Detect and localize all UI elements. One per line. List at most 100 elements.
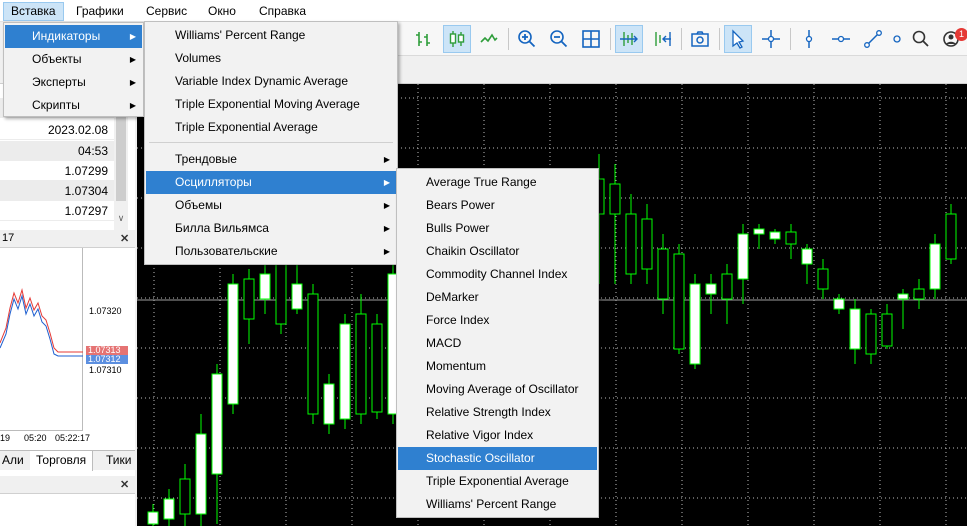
tick-chart bbox=[0, 248, 83, 431]
submenu-arrow-icon: ▶ bbox=[129, 55, 136, 64]
zoom-in-icon[interactable] bbox=[513, 25, 541, 53]
tab-details[interactable]: Али bbox=[0, 451, 31, 471]
menu-item-label: Force Index bbox=[426, 313, 490, 327]
oscillator-item[interactable]: Chaikin Oscillator bbox=[398, 240, 597, 263]
menu-item-label: Variable Index Dynamic Average bbox=[175, 74, 348, 88]
menu-item-indicators[interactable]: Индикаторы ▶ bbox=[5, 25, 142, 48]
menu-item-custom[interactable]: Пользовательские ▶ bbox=[146, 240, 396, 263]
menu-item-scripts[interactable]: Скрипты ▶ bbox=[5, 94, 142, 117]
oscillator-item[interactable]: Momentum bbox=[398, 355, 597, 378]
menu-item-label: Triple Exponential Moving Average bbox=[175, 97, 360, 111]
chart-shift-icon[interactable] bbox=[648, 25, 676, 53]
menu-divider bbox=[149, 142, 393, 143]
horizontal-line-icon[interactable] bbox=[827, 25, 855, 53]
menu-item-bill-williams[interactable]: Билла Вильямса ▶ bbox=[146, 217, 396, 240]
menu-item-recent[interactable]: Volumes bbox=[146, 47, 396, 70]
tab-ticks[interactable]: Тики bbox=[100, 451, 139, 471]
market-watch-row: 04:53 bbox=[0, 141, 114, 161]
menu-insert[interactable]: Вставка bbox=[3, 2, 64, 21]
menu-item-label: Momentum bbox=[426, 359, 487, 373]
menu-item-label: Relative Strength Index bbox=[426, 405, 551, 419]
menu-item-label: Эксперты bbox=[32, 75, 86, 89]
menu-item-label: Индикаторы bbox=[32, 29, 101, 43]
tick-chart-title: 17 bbox=[2, 232, 15, 244]
menu-item-label: Скрипты bbox=[32, 98, 80, 112]
submenu-arrow-icon: ▶ bbox=[383, 155, 390, 164]
time-label: 05:22:17 bbox=[55, 433, 91, 443]
menu-item-label: Volumes bbox=[175, 51, 222, 65]
menu-item-label: Stochastic Oscillator bbox=[426, 451, 535, 465]
oscillator-item[interactable]: Average True Range bbox=[398, 171, 597, 194]
menu-item-recent[interactable]: Williams' Percent Range bbox=[146, 24, 396, 47]
oscillator-item[interactable]: Williams' Percent Range bbox=[398, 493, 597, 516]
scroll-down-icon[interactable]: ∨ bbox=[114, 213, 128, 224]
small-circle-icon[interactable] bbox=[889, 25, 905, 53]
oscillator-item[interactable]: Moving Average of Oscillator bbox=[398, 378, 597, 401]
price-label: 1.07320 bbox=[89, 306, 122, 316]
menu-item-label: Williams' Percent Range bbox=[426, 497, 557, 511]
search-icon[interactable] bbox=[907, 25, 935, 53]
indicators-menu: Williams' Percent Range Volumes Variable… bbox=[144, 21, 398, 265]
oscillator-item[interactable]: Stochastic Oscillator bbox=[398, 447, 597, 470]
close-icon[interactable]: ✕ bbox=[120, 478, 129, 491]
menu-item-volumes[interactable]: Объемы ▶ bbox=[146, 194, 396, 217]
cursor-icon[interactable] bbox=[724, 25, 752, 53]
menu-charts[interactable]: Графики bbox=[69, 2, 131, 21]
menu-tools[interactable]: Сервис bbox=[139, 2, 194, 21]
menu-item-label: Осцилляторы bbox=[175, 175, 252, 189]
screenshot-icon[interactable] bbox=[686, 25, 714, 53]
tab-trading[interactable]: Торговля bbox=[30, 451, 94, 471]
menu-item-label: Triple Exponential Average bbox=[426, 474, 569, 488]
menu-item-label: Объекты bbox=[32, 52, 82, 66]
oscillator-item[interactable]: Bulls Power bbox=[398, 217, 597, 240]
grid-icon[interactable] bbox=[577, 25, 605, 53]
menu-item-recent[interactable]: Triple Exponential Average bbox=[146, 116, 396, 139]
autoscroll-icon[interactable] bbox=[615, 25, 643, 53]
menu-item-oscillators[interactable]: Осцилляторы ▶ bbox=[146, 171, 396, 194]
vertical-line-icon[interactable] bbox=[795, 25, 823, 53]
line-chart-icon[interactable] bbox=[475, 25, 503, 53]
crosshair-icon[interactable] bbox=[757, 25, 785, 53]
menu-item-experts[interactable]: Эксперты ▶ bbox=[5, 71, 142, 94]
navigator-header: ✕ bbox=[0, 476, 135, 494]
submenu-arrow-icon: ▶ bbox=[129, 101, 136, 110]
trendline-icon[interactable] bbox=[859, 25, 887, 53]
menu-item-label: Билла Вильямса bbox=[175, 221, 269, 235]
menu-window[interactable]: Окно bbox=[201, 2, 243, 21]
oscillator-item[interactable]: DeMarker bbox=[398, 286, 597, 309]
submenu-arrow-icon: ▶ bbox=[129, 32, 136, 41]
oscillator-item[interactable]: Commodity Channel Index bbox=[398, 263, 597, 286]
zoom-out-icon[interactable] bbox=[545, 25, 573, 53]
submenu-arrow-icon: ▶ bbox=[383, 247, 390, 256]
menu-item-label: Трендовые bbox=[175, 152, 237, 166]
candlestick-chart-icon[interactable] bbox=[443, 25, 471, 53]
menu-item-label: Объемы bbox=[175, 198, 222, 212]
menu-item-trend[interactable]: Трендовые ▶ bbox=[146, 148, 396, 171]
menu-item-label: Triple Exponential Average bbox=[175, 120, 318, 134]
oscillator-item[interactable]: Force Index bbox=[398, 309, 597, 332]
notification-badge: 1 bbox=[955, 28, 967, 41]
menu-item-label: Average True Range bbox=[426, 175, 537, 189]
menu-item-recent[interactable]: Variable Index Dynamic Average bbox=[146, 70, 396, 93]
oscillators-menu: Average True Range Bears Power Bulls Power… bbox=[396, 168, 599, 518]
menu-item-objects[interactable]: Объекты ▶ bbox=[5, 48, 142, 71]
bar-chart-icon[interactable] bbox=[410, 25, 438, 53]
oscillator-item[interactable]: Relative Vigor Index bbox=[398, 424, 597, 447]
time-label: 19 bbox=[0, 433, 11, 443]
oscillator-item[interactable]: Relative Strength Index bbox=[398, 401, 597, 424]
oscillator-item[interactable]: Triple Exponential Average bbox=[398, 470, 597, 493]
menu-item-label: Bulls Power bbox=[426, 221, 490, 235]
price-label: 1.07310 bbox=[89, 365, 122, 375]
menu-item-label: Bears Power bbox=[426, 198, 495, 212]
submenu-arrow-icon: ▶ bbox=[383, 178, 390, 187]
oscillator-item[interactable]: MACD bbox=[398, 332, 597, 355]
menu-help[interactable]: Справка bbox=[252, 2, 313, 21]
menu-item-recent[interactable]: Triple Exponential Moving Average bbox=[146, 93, 396, 116]
market-watch-row: 1.07297 bbox=[0, 201, 114, 221]
toolbar bbox=[396, 22, 967, 56]
close-icon[interactable]: ✕ bbox=[120, 232, 129, 245]
menu-item-label: MACD bbox=[426, 336, 462, 350]
scrollbar-thumb[interactable] bbox=[116, 106, 126, 201]
oscillator-item[interactable]: Bears Power bbox=[398, 194, 597, 217]
tick-chart-header: 17 ✕ bbox=[0, 230, 135, 248]
